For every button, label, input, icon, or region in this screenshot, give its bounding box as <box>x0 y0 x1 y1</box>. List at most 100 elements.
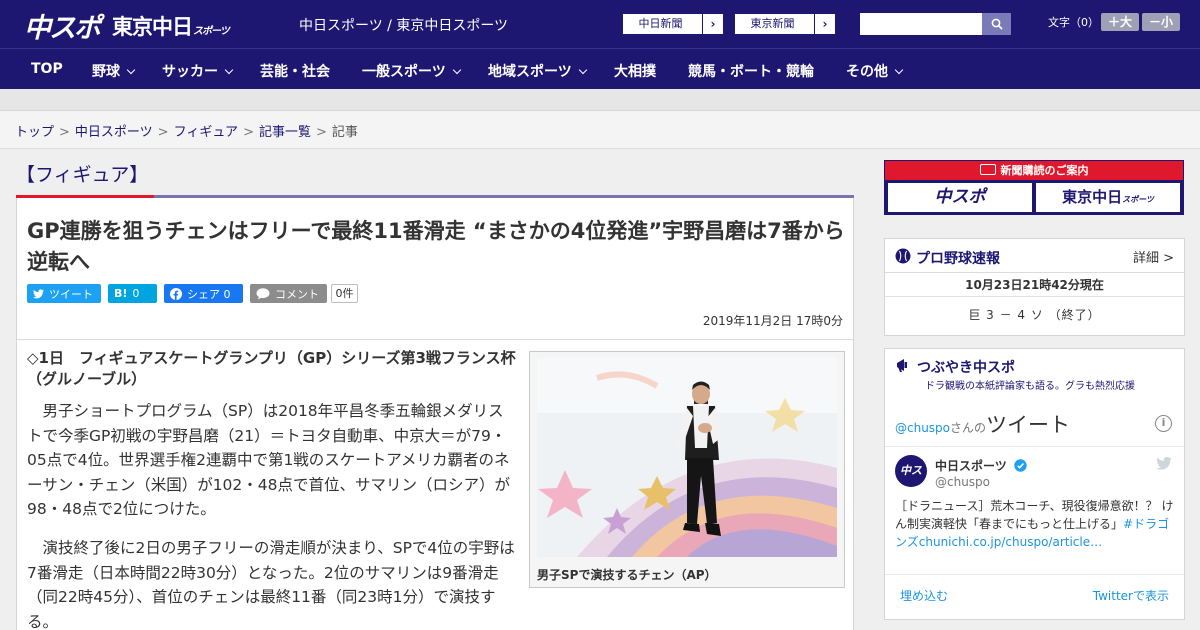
ice-rink-skater-image <box>537 358 837 557</box>
twitter-tweets-label: ツイート <box>986 413 1071 437</box>
facebook-share-button[interactable]: シェア 0 <box>164 284 243 303</box>
photo-caption: 男子SPで演技するチェン（AP） <box>537 568 717 582</box>
megaphone-icon <box>897 359 907 372</box>
tokyo-brand-text: 東京中日 <box>1062 188 1123 206</box>
twitter-widget: つぶやき中スポ ドラ観戦の本紙評論家も語る。グラも熱烈応援 @chuspoさんの… <box>884 348 1185 620</box>
share-buttons: ツイート B! 0 シェア 0 コメント 0件 <box>27 284 358 303</box>
tweet-account-name[interactable]: 中日スポーツ <box>935 457 1027 474</box>
article-headline: GP連勝を狙うチェンはフリーで最終11番滑走 “まさかの4位発進”宇野昌磨は7番… <box>27 219 845 274</box>
article-divider <box>17 339 853 340</box>
article-container: GP連勝を狙うチェンはフリーで最終11番滑走 “まさかの4位発進”宇野昌磨は7番… <box>16 198 854 630</box>
view-on-twitter-link[interactable]: Twitterで表示 <box>1093 587 1169 604</box>
tokyo-brand-small: スポーツ <box>1122 195 1154 204</box>
twitter-widget-subtitle: ドラ観戦の本紙評論家も語る。グラも熱烈応援 <box>925 381 1135 392</box>
comment-count: 0件 <box>331 284 358 303</box>
nav-general-sports[interactable]: 一般スポーツ <box>362 61 461 81</box>
nav-label: その他 <box>846 64 888 80</box>
tweet-button[interactable]: ツイート <box>27 284 101 303</box>
tokyo-chunichi-logo[interactable]: 東京中日スポーツ <box>112 11 230 41</box>
avatar[interactable]: 中スポ <box>895 455 927 509</box>
breadcrumb-top[interactable]: トップ <box>15 125 54 140</box>
breadcrumb-chuspo[interactable]: 中日スポーツ <box>75 125 153 140</box>
nav-label: 地域スポーツ <box>488 64 572 80</box>
nav-baseball[interactable]: 野球 <box>92 61 136 81</box>
twitter-widget-title: つぶやき中スポ <box>917 360 1015 376</box>
tweet-text: ［ドラニュース］荒木コーチ、現役復帰意欲！？ けん制実演軽快「春までにもっと仕上… <box>895 497 1177 551</box>
nav-sumo[interactable]: 大相撲 <box>614 61 656 81</box>
nav-label: 野球 <box>92 64 120 80</box>
main-nav: TOP 野球 サッカー 芸能・社会 一般スポーツ 地域スポーツ 大相撲 競馬・ボ… <box>0 48 1200 89</box>
baseball-card-title: プロ野球速報 <box>916 251 1000 267</box>
nav-label: TOP <box>31 61 63 77</box>
article-paragraph: 男子ショートプログラム（SP）は2018年平昌冬季五輪銀メダリストで今季GP初戦… <box>27 402 511 518</box>
chevron-down-icon <box>578 65 587 75</box>
breadcrumb-article-list[interactable]: 記事一覧 <box>259 125 311 140</box>
breadcrumb: トップ > 中日スポーツ > フィギュア > 記事一覧 > 記事 <box>15 121 358 140</box>
embed-link[interactable]: 埋め込む <box>900 587 948 604</box>
nav-label: 一般スポーツ <box>362 64 446 80</box>
account-name-text: 中日スポーツ <box>935 459 1007 473</box>
info-icon[interactable]: i <box>1155 415 1172 432</box>
speech-bubble-icon <box>256 287 270 299</box>
baseball-detail-link[interactable]: 詳細 > <box>1133 247 1174 266</box>
baseball-card-header: プロ野球速報 詳細 > <box>885 239 1184 273</box>
subscription-banner[interactable]: 新聞購読のご案内 中スポ 東京中日スポーツ <box>884 160 1184 215</box>
tokyo-chunichi-subscribe-panel[interactable]: 東京中日スポーツ <box>1036 183 1180 212</box>
breadcrumb-figure[interactable]: フィギュア <box>174 125 238 140</box>
newspaper-icon <box>979 164 996 175</box>
font-size-label: 文字（0） <box>1048 16 1099 29</box>
tokyo-logo-small: スポーツ <box>193 26 230 37</box>
publish-date: 2019年11月2日 17時0分 <box>702 314 843 328</box>
baseball-icon <box>895 248 911 264</box>
game-score[interactable]: 巨 3 － 4 ソ （終了） <box>885 297 1184 334</box>
hatena-count: 0 <box>132 287 140 300</box>
chuspo-logo[interactable]: 中スポ <box>24 6 101 45</box>
baseball-score-card: プロ野球速報 詳細 > 10月23日21時42分現在 巨 3 － 4 ソ （終了… <box>884 238 1185 336</box>
site-links[interactable]: 中日スポーツ / 東京中日スポーツ <box>299 15 508 35</box>
paper-link-label: 東京新聞 <box>735 14 815 34</box>
breadcrumb-separator: > <box>157 125 169 140</box>
facebook-share-label: シェア 0 <box>187 287 231 301</box>
nav-label: 競馬・ボート・競輪 <box>688 64 814 80</box>
twitter-logo-icon[interactable] <box>1156 457 1172 470</box>
hatena-b-icon: B! <box>114 287 128 300</box>
font-larger-button[interactable]: ＋大 <box>1101 13 1139 31</box>
hatena-bookmark-button[interactable]: B! 0 <box>108 284 157 303</box>
search-button[interactable] <box>982 13 1011 35</box>
tokyo-logo-text: 東京中日 <box>112 15 193 39</box>
chuspo-subscribe-panel[interactable]: 中スポ <box>888 183 1032 212</box>
article-paragraph: 演技終了後に2日の男子フリーの滑走順が決まり、SPで4位の宇野は7番滑走（日本時… <box>27 539 515 630</box>
nav-label: 大相撲 <box>614 64 656 80</box>
paper-link-label: 中日新聞 <box>623 14 703 34</box>
chevron-right-icon: › <box>822 17 828 31</box>
nav-label: サッカー <box>162 64 218 80</box>
twitter-separator <box>885 446 1184 447</box>
breadcrumb-separator: > <box>243 125 254 140</box>
top-header: 中スポ 東京中日スポーツ 中日スポーツ / 東京中日スポーツ 中日新聞 › 東京… <box>0 0 1200 48</box>
nav-soccer[interactable]: サッカー <box>162 61 234 81</box>
twitter-handle-link[interactable]: @chuspo <box>895 421 950 435</box>
skater-photo[interactable] <box>537 358 837 557</box>
nav-local-sports[interactable]: 地域スポーツ <box>488 61 587 81</box>
font-smaller-button[interactable]: －小 <box>1142 13 1180 31</box>
article-photo-figure: 男子SPで演技するチェン（AP） <box>529 351 845 588</box>
tokyo-shimbun-link[interactable]: 東京新聞 › <box>734 13 836 35</box>
breadcrumb-bar: トップ > 中日スポーツ > フィギュア > 記事一覧 > 記事 <box>0 111 1200 149</box>
chevron-right-icon: › <box>710 17 716 31</box>
chunichi-shimbun-link[interactable]: 中日新聞 › <box>622 13 724 35</box>
tweet-label: ツイート <box>49 287 93 301</box>
chevron-down-icon <box>452 65 461 75</box>
nav-other[interactable]: その他 <box>846 61 904 81</box>
subscription-title-text: 新聞購読のご案内 <box>1000 164 1089 177</box>
search-input[interactable] <box>860 13 982 35</box>
breadcrumb-separator: > <box>59 125 70 140</box>
tweet-account-handle[interactable]: @chuspo <box>935 475 990 489</box>
nav-top[interactable]: TOP <box>31 61 63 77</box>
chevron-down-icon <box>894 65 904 75</box>
twitter-bird-icon <box>33 288 44 298</box>
nav-entertainment[interactable]: 芸能・社会 <box>260 61 330 81</box>
search-icon <box>991 18 1003 30</box>
breadcrumb-separator: > <box>315 125 327 140</box>
nav-racing[interactable]: 競馬・ボート・競輪 <box>688 61 814 81</box>
comment-button[interactable]: コメント <box>250 284 327 303</box>
